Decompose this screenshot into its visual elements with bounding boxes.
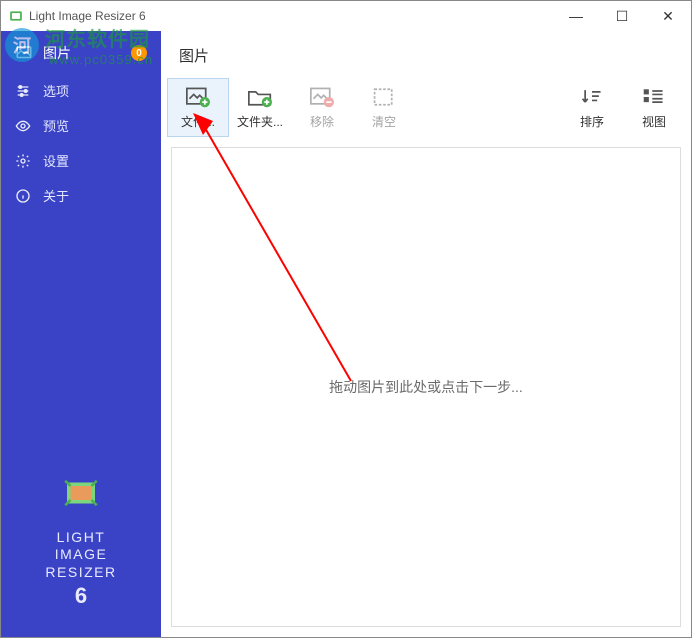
add-folder-button[interactable]: 文件夹... [229, 78, 291, 137]
app-icon [9, 9, 23, 23]
clear-button: 清空 [353, 78, 415, 137]
page-title: 图片 [161, 31, 691, 70]
toolbar-label: 清空 [372, 113, 396, 130]
sidebar-header-images[interactable]: 图片 0 [1, 31, 161, 73]
toolbar-label: 文件... [181, 113, 215, 130]
sidebar-header-label: 图片 [43, 43, 131, 63]
window-title: Light Image Resizer 6 [29, 9, 553, 23]
sidebar: 图片 0 选项 预览 设置 关于 LIGHT IMAGE RESIZER 6 [1, 31, 161, 637]
folder-add-icon [246, 85, 274, 109]
sidebar-brand: LIGHT IMAGE RESIZER 6 [1, 472, 161, 638]
sidebar-item-label: 预览 [43, 116, 69, 135]
toolbar-label: 视图 [642, 113, 666, 130]
clear-icon [370, 85, 398, 109]
brand-line1: LIGHT [1, 529, 161, 547]
add-file-button[interactable]: 文件... [167, 78, 229, 137]
brand-logo-icon [60, 472, 102, 514]
sidebar-item-label: 设置 [43, 151, 69, 170]
close-button[interactable]: ✕ [645, 1, 691, 31]
sidebar-item-label: 关于 [43, 186, 69, 205]
remove-icon [308, 85, 336, 109]
sidebar-item-about[interactable]: 关于 [1, 178, 161, 213]
titlebar: Light Image Resizer 6 — ☐ ✕ [1, 1, 691, 31]
sliders-icon [15, 83, 31, 99]
image-icon [15, 44, 33, 62]
remove-button: 移除 [291, 78, 353, 137]
sort-icon [578, 85, 606, 109]
brand-version: 6 [1, 583, 161, 609]
toolbar-label: 排序 [580, 113, 604, 130]
info-icon [15, 188, 31, 204]
maximize-button[interactable]: ☐ [599, 1, 645, 31]
brand-line3: RESIZER [1, 564, 161, 582]
minimize-button[interactable]: — [553, 1, 599, 31]
sort-button[interactable]: 排序 [561, 78, 623, 137]
sidebar-item-label: 选项 [43, 81, 69, 100]
sidebar-item-preview[interactable]: 预览 [1, 108, 161, 143]
view-button[interactable]: 视图 [623, 78, 685, 137]
view-icon [640, 85, 668, 109]
drop-area[interactable]: 拖动图片到此处或点击下一步... [171, 147, 681, 627]
eye-icon [15, 118, 31, 134]
file-add-icon [184, 85, 212, 109]
brand-line2: IMAGE [1, 546, 161, 564]
content-pane: 图片 文件... 文件夹... 移除 清空 [161, 31, 691, 637]
toolbar-label: 移除 [310, 113, 334, 130]
sidebar-item-settings[interactable]: 设置 [1, 143, 161, 178]
image-count-badge: 0 [131, 45, 147, 61]
gear-icon [15, 153, 31, 169]
drop-hint-text: 拖动图片到此处或点击下一步... [329, 377, 523, 397]
sidebar-item-options[interactable]: 选项 [1, 73, 161, 108]
toolbar-label: 文件夹... [237, 113, 283, 130]
toolbar: 文件... 文件夹... 移除 清空 排序 [161, 70, 691, 143]
